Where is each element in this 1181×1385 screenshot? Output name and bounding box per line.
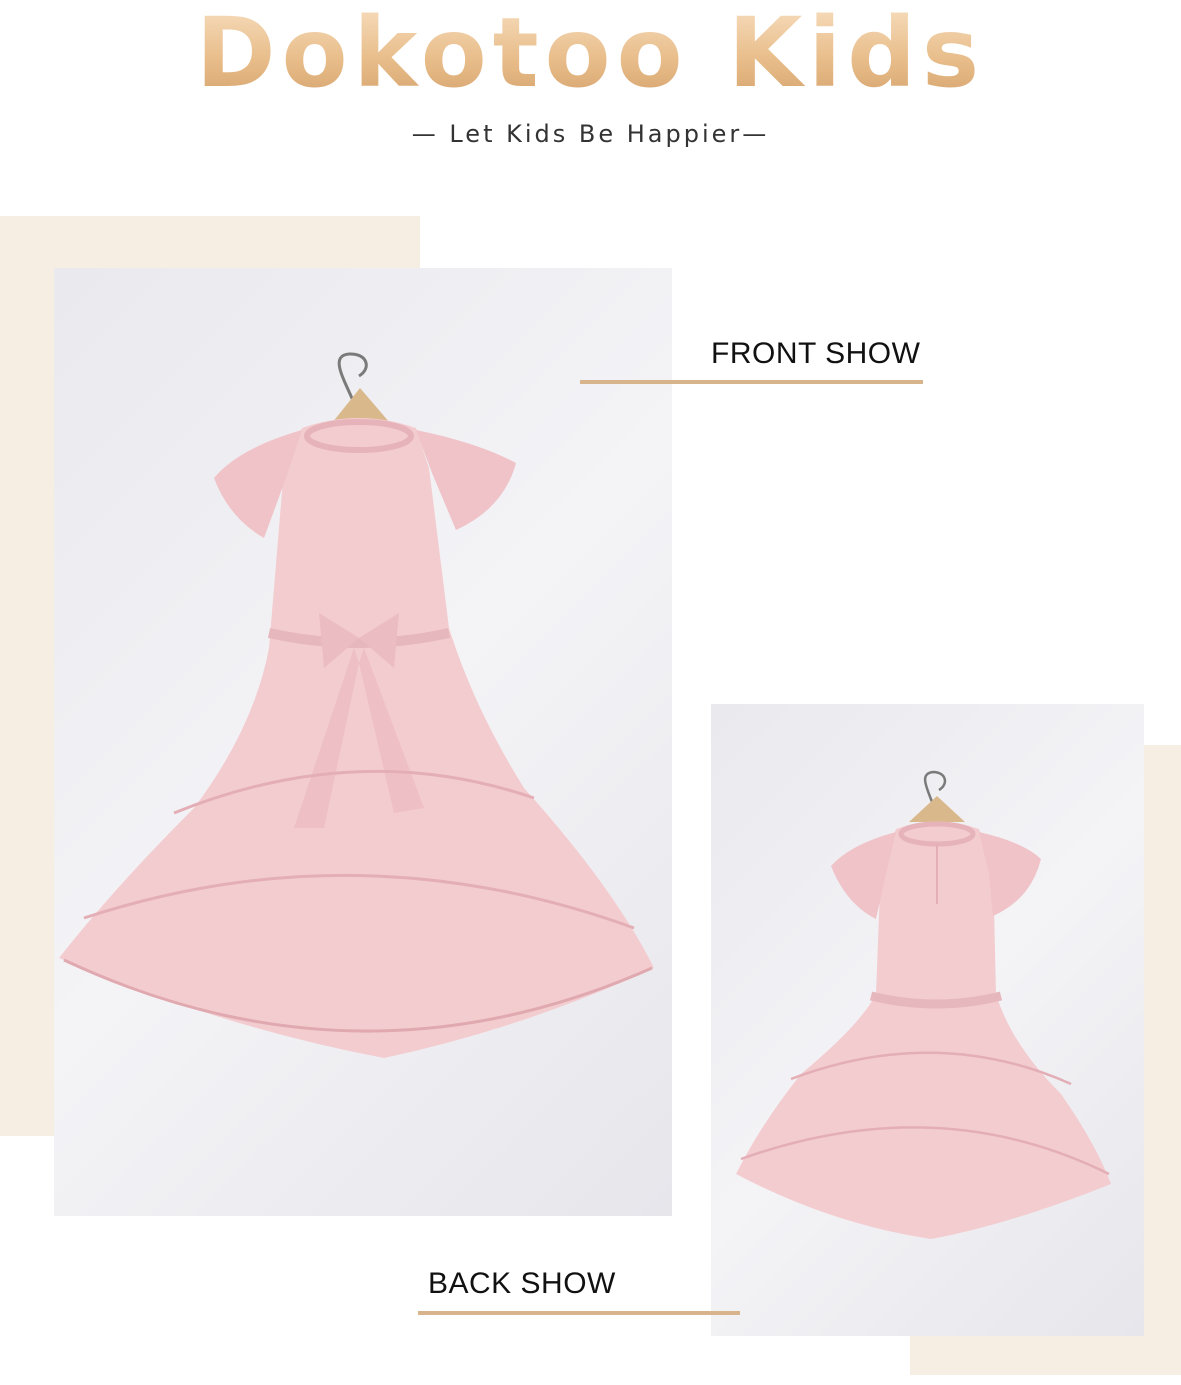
front-show-label: FRONT SHOW bbox=[711, 337, 921, 370]
front-show-underline bbox=[580, 380, 923, 384]
front-dress-illustration bbox=[59, 352, 654, 1058]
back-dress-photo bbox=[711, 704, 1144, 1336]
back-show-label: BACK SHOW bbox=[428, 1267, 616, 1300]
brand-title: Dokotoo Kids bbox=[0, 0, 1181, 118]
back-show-underline bbox=[418, 1311, 740, 1315]
brand-tagline: — Let Kids Be Happier— bbox=[411, 120, 770, 148]
back-dress-illustration bbox=[736, 770, 1111, 1239]
front-dress-photo bbox=[54, 268, 672, 1216]
